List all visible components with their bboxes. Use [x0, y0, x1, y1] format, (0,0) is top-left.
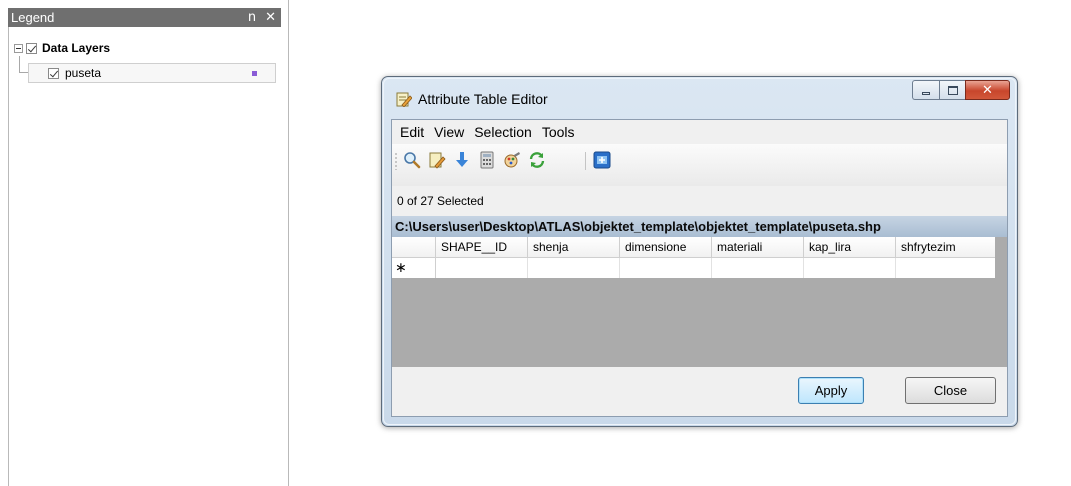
- legend-header-controls: ո ✕: [248, 8, 276, 27]
- grid-cell[interactable]: [712, 258, 804, 278]
- calculator-icon[interactable]: [477, 150, 497, 170]
- column-header[interactable]: kap_lira: [804, 237, 896, 258]
- row-header-corner[interactable]: [392, 237, 436, 258]
- menu-selection[interactable]: Selection: [469, 124, 537, 140]
- grid-cell[interactable]: [528, 258, 620, 278]
- attribute-table-editor-dialog: Attribute Table Editor ✕ Edit View Selec…: [381, 76, 1018, 427]
- minimize-button[interactable]: [912, 80, 939, 100]
- maximize-icon: [947, 85, 958, 95]
- grid-cell[interactable]: [896, 258, 995, 278]
- legend-header: Legend ո ✕: [8, 8, 281, 27]
- point-symbol-icon: [252, 71, 257, 76]
- grid-cell[interactable]: [436, 258, 528, 278]
- toolbar-grip[interactable]: [395, 152, 397, 170]
- menu-tools[interactable]: Tools: [537, 124, 580, 140]
- grid-cell[interactable]: [620, 258, 712, 278]
- grid-cell[interactable]: [804, 258, 896, 278]
- edit-icon[interactable]: [427, 150, 447, 170]
- legend-panel: Legend ո ✕ Data Layers puseta: [0, 0, 289, 486]
- new-row-marker: ∗: [392, 258, 436, 278]
- dialog-title: Attribute Table Editor: [418, 91, 548, 107]
- tree-group-data-layers: Data Layers: [14, 39, 110, 57]
- field-properties-icon[interactable]: [502, 150, 522, 170]
- legend-title: Legend: [11, 10, 55, 25]
- import-icon[interactable]: [452, 150, 472, 170]
- layer-label: puseta: [65, 66, 102, 80]
- toolbar: 0 of 27 Selected: [392, 144, 1007, 208]
- window-controls: ✕: [912, 80, 1010, 100]
- maximize-button[interactable]: [939, 80, 965, 100]
- data-layers-checkbox[interactable]: [26, 42, 37, 54]
- collapse-icon[interactable]: [14, 43, 23, 53]
- zoom-to-selection-icon[interactable]: [402, 150, 422, 170]
- pin-icon[interactable]: ո: [248, 8, 256, 27]
- menu-bar: Edit View Selection Tools: [392, 120, 1007, 144]
- group-label: Data Layers: [42, 41, 111, 55]
- refresh-icon[interactable]: [527, 150, 547, 170]
- table-edit-icon: [396, 92, 412, 107]
- minimize-icon: [922, 91, 930, 95]
- column-header[interactable]: shenja: [528, 237, 620, 258]
- close-button[interactable]: ✕: [965, 80, 1010, 100]
- column-header[interactable]: SHAPE__ID: [436, 237, 528, 258]
- file-path-bar: C:\Users\user\Desktop\ATLAS\objektet_tem…: [392, 216, 1007, 237]
- column-header[interactable]: shfrytezim: [896, 237, 995, 258]
- layer-row-puseta[interactable]: puseta: [28, 63, 276, 83]
- column-header[interactable]: dimensione: [620, 237, 712, 258]
- layer-checkbox[interactable]: [48, 67, 59, 79]
- apply-button[interactable]: Apply: [798, 377, 864, 404]
- dialog-client: Edit View Selection Tools 0 of 27 Select…: [391, 119, 1008, 417]
- attribute-grid: SHAPE__ID shenja dimensione materiali ka…: [392, 237, 1007, 367]
- close-icon: ✕: [982, 82, 993, 98]
- legend-border: [8, 27, 9, 486]
- close-dialog-button[interactable]: Close: [905, 377, 996, 404]
- new-record-row[interactable]: ∗: [392, 258, 995, 278]
- menu-view[interactable]: View: [429, 124, 469, 140]
- close-icon[interactable]: ✕: [265, 8, 276, 27]
- toolbar-separator: [585, 152, 586, 170]
- column-header[interactable]: materiali: [712, 237, 804, 258]
- tree-line: [19, 56, 20, 72]
- selected-count: 0 of 27 Selected: [397, 194, 484, 208]
- title-bar[interactable]: Attribute Table Editor ✕: [382, 77, 1017, 119]
- menu-edit[interactable]: Edit: [395, 124, 429, 140]
- grid-header: SHAPE__ID shenja dimensione materiali ka…: [392, 237, 995, 258]
- export-icon[interactable]: [592, 150, 612, 170]
